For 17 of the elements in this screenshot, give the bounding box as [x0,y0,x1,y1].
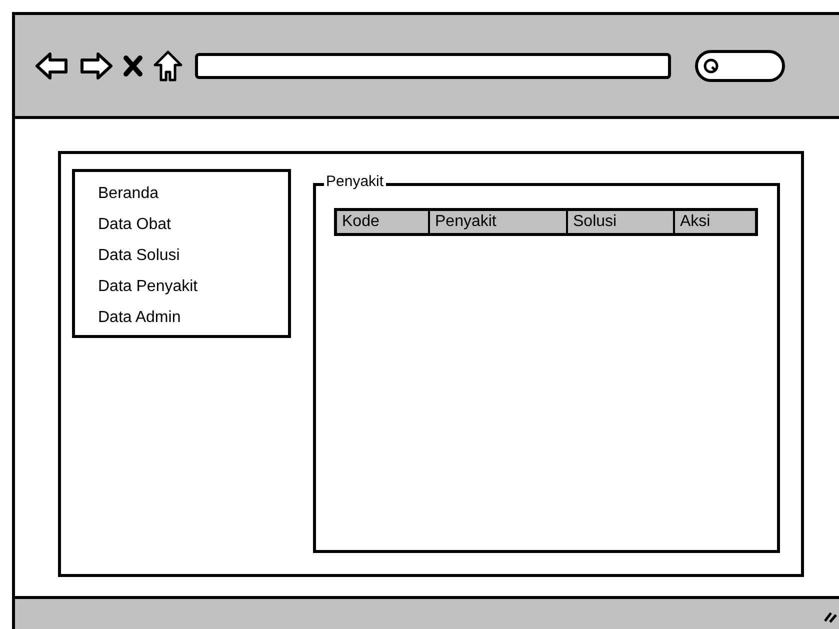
column-header: Solusi [566,211,673,233]
column-header: Penyakit [428,211,566,233]
sidebar-item[interactable]: Data Solusi [98,240,288,271]
sidebar-item[interactable]: Data Admin [98,302,288,333]
group-title: Penyakit [324,172,386,192]
forward-icon[interactable] [79,50,113,80]
search-field[interactable] [695,50,785,82]
home-icon[interactable] [153,50,183,82]
back-icon[interactable] [35,50,69,80]
sidebar-item[interactable]: Beranda [98,178,288,209]
sidebar-item[interactable]: Data Obat [98,209,288,240]
search-icon [703,58,719,74]
column-header: Kode [341,212,380,232]
sidebar-item[interactable]: Data Penyakit [98,271,288,302]
close-icon[interactable] [123,54,143,76]
address-field[interactable] [195,52,671,78]
column-header: Aksi [673,211,755,233]
